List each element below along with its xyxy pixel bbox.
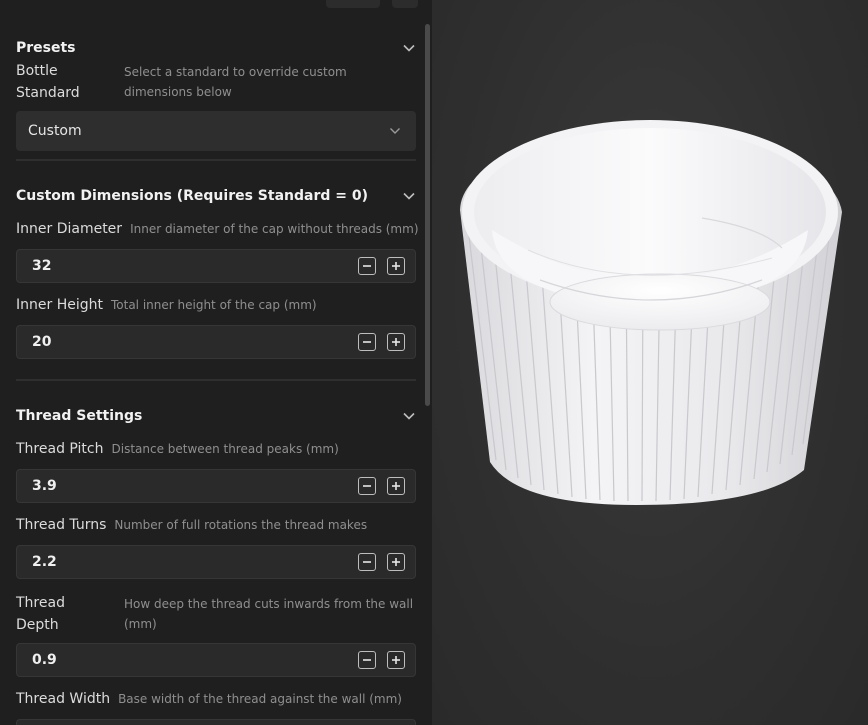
thread-depth-input[interactable]: 0.9 (16, 643, 416, 677)
plus-icon (392, 338, 400, 346)
inner-height-input[interactable]: 20 (16, 325, 416, 359)
thread-pitch-input[interactable]: 3.9 (16, 469, 416, 503)
chevron-down-icon[interactable] (402, 41, 416, 55)
section-title: Thread Settings (16, 408, 143, 424)
plus-icon (392, 482, 400, 490)
field-description: Number of full rotations the thread make… (114, 518, 368, 532)
thread-pitch-label-row: Thread Pitch Distance between thread pea… (16, 441, 339, 457)
decrement-button[interactable] (358, 333, 376, 351)
cap-floor-disc (549, 273, 771, 331)
section-header-presets[interactable]: Presets (16, 37, 416, 59)
field-description: How deep the thread cuts inwards from th… (124, 597, 414, 631)
input-value: 3.9 (32, 478, 57, 494)
field-label: Thread Depth (16, 595, 65, 633)
plus-icon (392, 262, 400, 270)
toolbar-icon-button[interactable] (392, 0, 418, 8)
parameters-panel: Presets Bottle Standard Select a standar… (0, 0, 432, 725)
increment-button[interactable] (387, 651, 405, 669)
bottle-cap-model (460, 120, 842, 505)
inner-diameter-input[interactable]: 32 (16, 249, 416, 283)
3d-viewport[interactable] (432, 0, 868, 725)
field-label: Inner Height (16, 297, 103, 313)
section-title: Presets (16, 40, 76, 56)
select-value: Custom (28, 123, 82, 139)
input-value: 2.2 (32, 554, 57, 570)
increment-button[interactable] (387, 257, 405, 275)
decrement-button[interactable] (358, 553, 376, 571)
chevron-down-icon[interactable] (402, 409, 416, 423)
scrollbar-thumb[interactable] (425, 24, 430, 406)
field-label: Thread Width (16, 691, 111, 707)
thread-turns-label-row: Thread Turns Number of full rotations th… (16, 517, 367, 533)
section-header-thread-settings[interactable]: Thread Settings (16, 405, 416, 427)
thread-depth-label-row: Thread Depth How deep the thread cuts in… (16, 592, 416, 636)
chevron-down-icon (388, 124, 402, 138)
thread-turns-input[interactable]: 2.2 (16, 545, 416, 579)
section-divider (16, 159, 416, 161)
minus-icon (363, 561, 371, 563)
increment-button[interactable] (387, 553, 405, 571)
minus-icon (363, 485, 371, 487)
inner-diameter-label-row: Inner Diameter Inner diameter of the cap… (16, 221, 419, 237)
decrement-button[interactable] (358, 257, 376, 275)
minus-icon (363, 265, 371, 267)
field-label: Bottle Standard (16, 63, 80, 101)
field-label: Thread Turns (16, 517, 107, 533)
plus-icon (392, 558, 400, 566)
input-value: 32 (32, 258, 52, 274)
field-description: Inner diameter of the cap without thread… (130, 222, 419, 236)
field-label: Inner Diameter (16, 221, 123, 237)
thread-width-label-row: Thread Width Base width of the thread ag… (16, 691, 402, 707)
section-title: Custom Dimensions (Requires Standard = 0… (16, 188, 369, 204)
thread-width-input[interactable] (16, 719, 416, 725)
minus-icon (363, 341, 371, 343)
increment-button[interactable] (387, 477, 405, 495)
input-value: 20 (32, 334, 52, 350)
minus-icon (363, 659, 371, 661)
field-description: Base width of the thread against the wal… (118, 692, 402, 706)
field-description: Distance between thread peaks (mm) (111, 442, 339, 456)
inner-height-label-row: Inner Height Total inner height of the c… (16, 297, 317, 313)
plus-icon (392, 656, 400, 664)
field-description: Select a standard to override custom dim… (124, 65, 347, 99)
decrement-button[interactable] (358, 477, 376, 495)
bottle-standard-label-row: Bottle Standard Select a standard to ove… (16, 60, 416, 104)
section-header-custom-dimensions[interactable]: Custom Dimensions (Requires Standard = 0… (16, 185, 416, 207)
increment-button[interactable] (387, 333, 405, 351)
chevron-down-icon[interactable] (402, 189, 416, 203)
input-value: 0.9 (32, 652, 57, 668)
field-label: Thread Pitch (16, 441, 104, 457)
decrement-button[interactable] (358, 651, 376, 669)
toolbar-button[interactable] (326, 0, 380, 8)
bottle-standard-select[interactable]: Custom (16, 111, 416, 151)
field-description: Total inner height of the cap (mm) (110, 298, 317, 312)
section-divider (16, 379, 416, 381)
